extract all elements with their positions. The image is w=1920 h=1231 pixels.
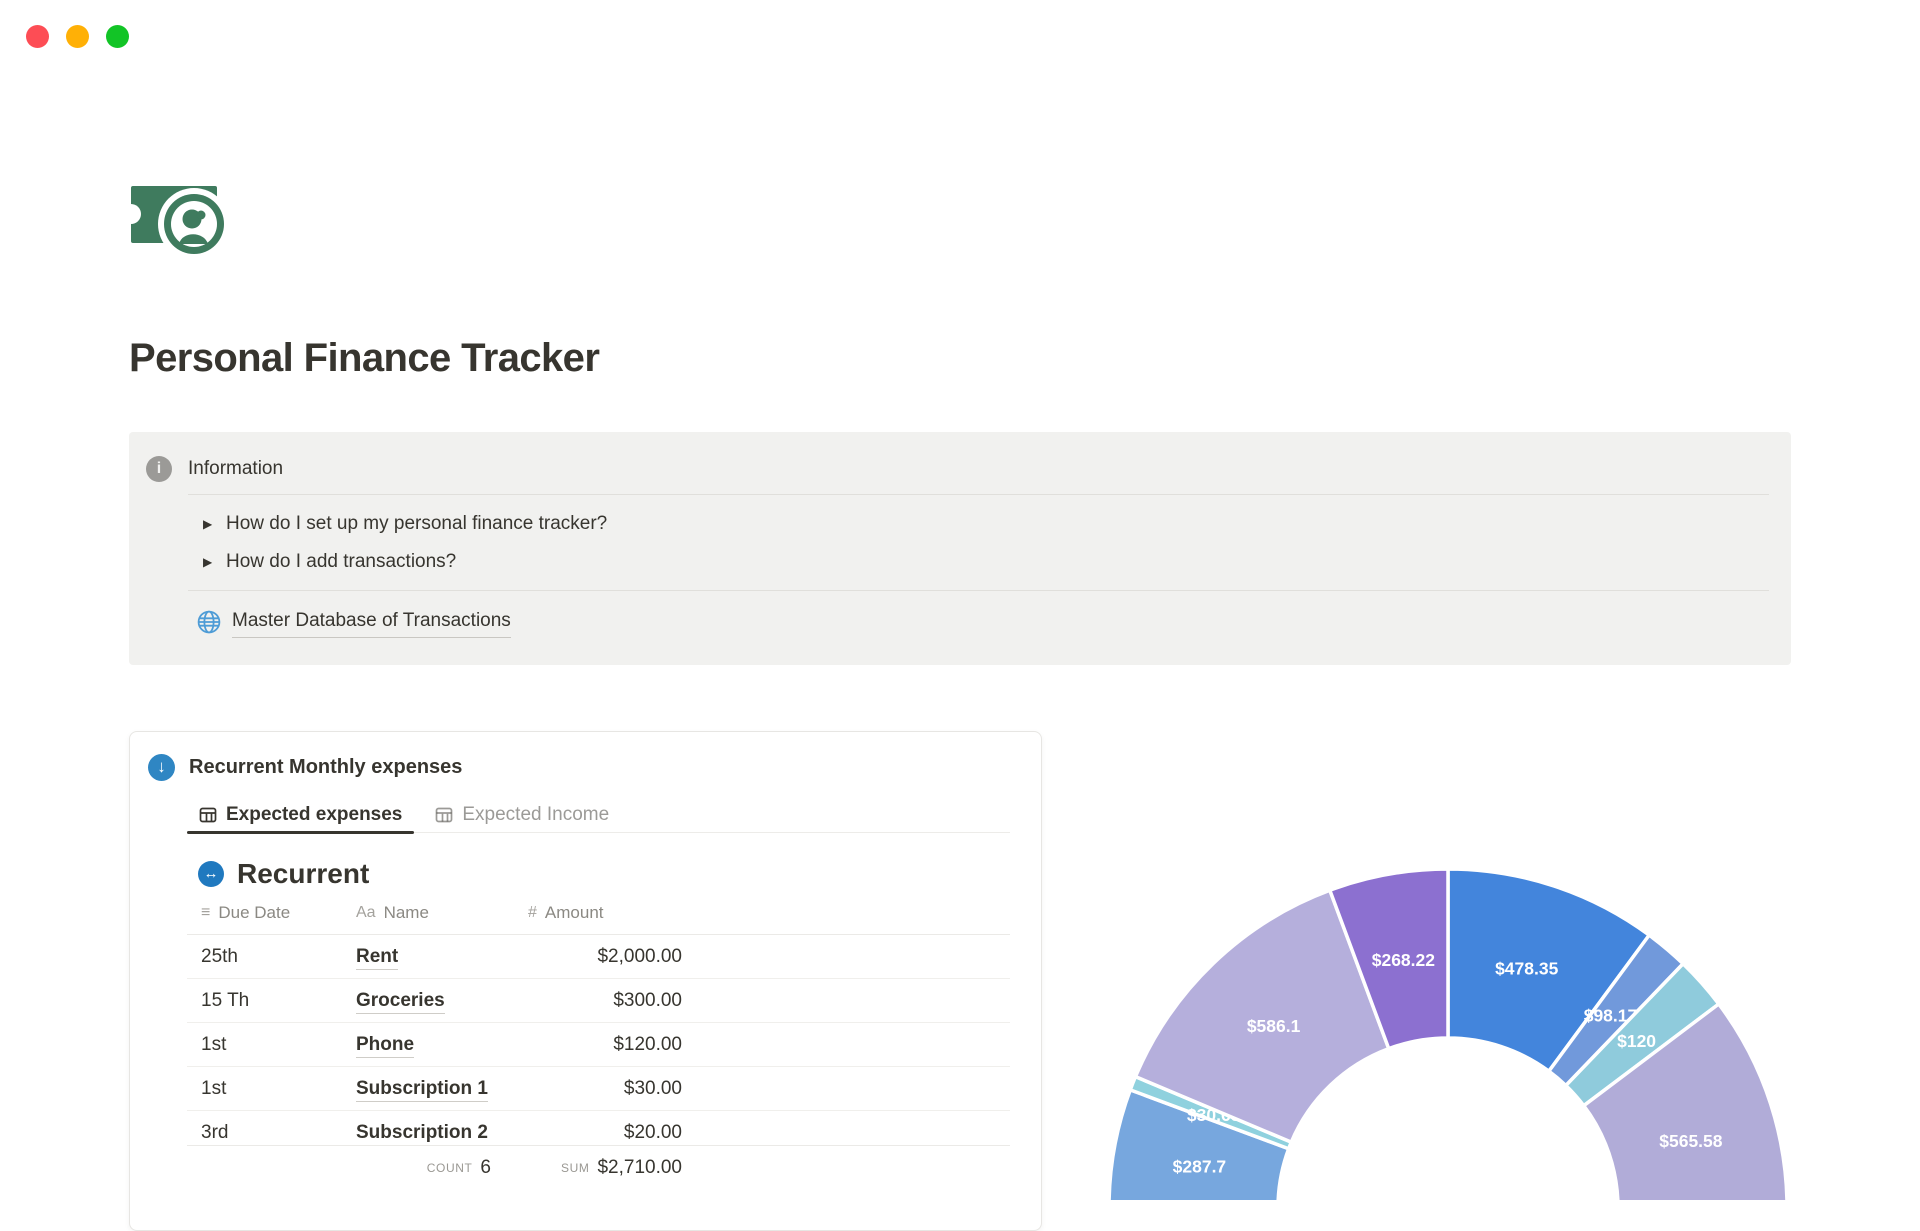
down-arrow-icon: ↓ — [148, 753, 175, 781]
column-name[interactable]: Aa Name — [342, 903, 514, 923]
tab-label: Expected expenses — [226, 803, 403, 825]
cell-amount: $300.00 — [613, 989, 682, 1011]
callout-title: Information — [188, 458, 284, 479]
expenses-donut-chart[interactable]: $478.35 $98.17 $120 $565.58 $287.7 $30.68 $586… — [1100, 860, 1800, 1200]
cell-due-date: 25th — [201, 945, 238, 967]
card-header: ↓ Recurrent Monthly expenses — [148, 753, 1041, 781]
master-database-link[interactable]: Master Database of Transactions — [196, 606, 1791, 638]
info-icon: i — [146, 456, 172, 482]
donut-segment-label: $586.1 — [1247, 1016, 1301, 1036]
donut-segment-label: $478.35 — [1495, 959, 1559, 979]
title-icon: Aa — [356, 903, 376, 921]
column-amount[interactable]: # Amount — [514, 903, 682, 923]
cell-due-date: 1st — [201, 1077, 227, 1099]
cell-due-date: 15 Th — [201, 989, 250, 1011]
tab-expected-expenses[interactable]: Expected expenses — [187, 797, 415, 834]
callout-header: i Information — [146, 456, 1791, 482]
sum-label: SUM — [561, 1161, 590, 1175]
text-lines-icon: ≡ — [201, 903, 211, 921]
toggle-arrow-icon[interactable]: ▶ — [203, 517, 226, 531]
column-label: Due Date — [218, 902, 291, 922]
tab-expected-income[interactable]: Expected Income — [423, 797, 621, 832]
count-aggregate[interactable]: COUNT 6 — [427, 1157, 514, 1179]
toggle-arrow-icon[interactable]: ▶ — [203, 555, 226, 569]
database-section-heading: ↔ Recurrent — [198, 856, 1041, 891]
toggle-label: How do I add transactions? — [226, 551, 457, 572]
divider — [188, 494, 1769, 495]
cell-due-date: 3rd — [201, 1122, 229, 1143]
cell-due-date: 1st — [201, 1033, 227, 1055]
cell-amount: $120.00 — [613, 1033, 682, 1055]
column-label: Name — [383, 902, 429, 922]
link-label: Master Database of Transactions — [232, 606, 511, 638]
page-title[interactable]: Personal Finance Tracker — [129, 336, 600, 381]
table-row[interactable]: 1st Subscription 1 $30.00 — [187, 1067, 1010, 1111]
page-emoji-money-icon[interactable] — [121, 184, 237, 262]
cell-name[interactable]: Rent — [342, 945, 514, 970]
window-controls — [26, 25, 129, 48]
cell-name[interactable]: Subscription 1 — [342, 1077, 514, 1102]
cell-amount: $30.00 — [623, 1077, 682, 1099]
recurrent-expenses-card: ↓ Recurrent Monthly expenses Expected ex… — [129, 731, 1042, 1231]
donut-segment-label: $268.22 — [1372, 950, 1436, 970]
table-footer: COUNT 6 SUM $2,710.00 — [187, 1146, 1010, 1190]
toggle-setup-question[interactable]: ▶ How do I set up my personal finance tr… — [203, 509, 1791, 539]
donut-segment-label: $287.7 — [1173, 1157, 1227, 1177]
minimize-window-button[interactable] — [66, 25, 89, 48]
count-value: 6 — [480, 1157, 491, 1178]
table-rows: 25th Rent $2,000.00 15 Th Groceries $300.00 1s… — [187, 935, 1010, 1146]
close-window-button[interactable] — [26, 25, 49, 48]
cell-name[interactable]: Groceries — [342, 989, 514, 1014]
globe-icon — [197, 610, 221, 634]
table-row[interactable]: 15 Th Groceries $300.00 — [187, 979, 1010, 1023]
number-icon: # — [528, 903, 537, 921]
table-view-icon — [199, 807, 217, 822]
cell-name[interactable]: Subscription 2 — [342, 1122, 514, 1145]
toggle-label: How do I set up my personal finance trac… — [226, 513, 608, 534]
money-with-coin-icon — [121, 186, 230, 260]
cell-name[interactable]: Phone — [342, 1033, 514, 1058]
count-label: COUNT — [426, 1161, 473, 1175]
table-row[interactable]: 1st Phone $120.00 — [187, 1023, 1010, 1067]
divider — [188, 590, 1769, 591]
cell-amount: $20.00 — [623, 1122, 682, 1143]
column-due-date[interactable]: ≡ Due Date — [187, 903, 342, 923]
card-title: Recurrent Monthly expenses — [189, 756, 463, 778]
table-row[interactable]: 25th Rent $2,000.00 — [187, 935, 1010, 979]
table-view-icon — [436, 807, 453, 822]
sum-aggregate[interactable]: SUM $2,710.00 — [561, 1157, 682, 1179]
zoom-window-button[interactable] — [106, 25, 129, 48]
table-row[interactable]: 3rd Subscription 2 $20.00 — [187, 1111, 1010, 1145]
toggle-add-transactions-question[interactable]: ▶ How do I add transactions? — [203, 547, 1791, 577]
column-label: Amount — [544, 902, 604, 922]
donut-segment-label: $565.58 — [1659, 1131, 1723, 1151]
tab-label: Expected Income — [462, 803, 610, 825]
table-header-row: ≡ Due Date Aa Name # Amount — [187, 891, 1010, 935]
donut-segment-label: $120 — [1617, 1031, 1656, 1051]
information-callout: i Information ▶ How do I set up my perso… — [129, 432, 1791, 665]
expenses-table: ≡ Due Date Aa Name # Amount 25th Rent $2,0… — [187, 891, 1010, 1190]
cell-amount: $2,000.00 — [597, 945, 682, 967]
database-title[interactable]: Recurrent — [237, 856, 369, 891]
linked-database-icon: ↔ — [198, 860, 224, 887]
view-tabs: Expected expenses Expected Income — [187, 797, 1010, 834]
sum-value: $2,710.00 — [597, 1157, 682, 1178]
